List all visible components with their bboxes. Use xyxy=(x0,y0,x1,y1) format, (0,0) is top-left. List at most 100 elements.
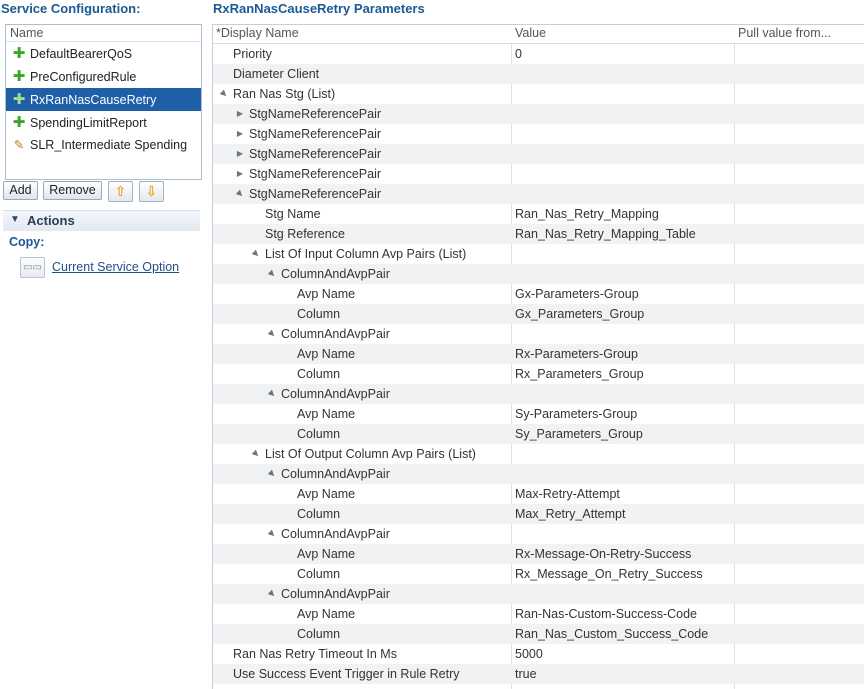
expanded-arrow-icon[interactable]: ▶ xyxy=(245,243,266,264)
parameter-value[interactable]: Max_Retry_Attempt xyxy=(515,504,625,524)
collapsed-arrow-icon[interactable]: ▶ xyxy=(235,124,245,144)
expanded-arrow-icon[interactable]: ▶ xyxy=(261,263,282,284)
parameter-name: Stg Reference xyxy=(265,227,345,241)
current-service-option-link[interactable]: Current Service Option xyxy=(52,260,179,274)
table-row[interactable]: Column Max_Retry_Attempt xyxy=(213,504,864,524)
parameter-name: StgNameReferencePair xyxy=(249,167,382,181)
table-row[interactable]: ▶ StgNameReferencePair xyxy=(213,124,864,144)
service-list-item[interactable]: ✎ SLR_Intermediate Spending xyxy=(6,134,201,157)
parameter-value[interactable]: 0 xyxy=(515,44,522,64)
expanded-arrow-icon[interactable]: ▶ xyxy=(213,83,234,104)
parameter-name: Avp Name xyxy=(297,347,356,361)
service-configuration-panel: Service Configuration: Name ✚ DefaultBear… xyxy=(0,0,204,688)
table-row[interactable]: Use Success Event Trigger in Rule Retry t… xyxy=(213,664,864,684)
service-list-item-label: SLR_Intermediate Spending xyxy=(30,138,188,152)
parameter-value[interactable]: Sy-Parameters-Group xyxy=(515,404,637,424)
table-row[interactable]: Avp Name Rx-Message-On-Retry-Success xyxy=(213,544,864,564)
table-row[interactable]: Diameter Client xyxy=(213,64,864,84)
table-row[interactable]: ▶ List Of Output Column Avp Pairs (List) xyxy=(213,444,864,464)
actions-section-header[interactable]: ▼ Actions xyxy=(3,210,200,231)
table-row[interactable]: Avp Name Ran-Nas-Custom-Success-Code xyxy=(213,604,864,624)
parameter-value[interactable]: Gx-Parameters-Group xyxy=(515,284,639,304)
parameter-name: ColumnAndAvpPair xyxy=(281,267,390,281)
parameter-value[interactable]: Ran-Nas-Custom-Success-Code xyxy=(515,604,697,624)
triangle-down-icon: ▼ xyxy=(10,214,20,225)
parameter-name: List Of Output Column Avp Pairs (List) xyxy=(265,447,476,461)
copy-service-icon[interactable]: ▭▭ xyxy=(20,257,45,278)
table-row[interactable]: Avp Name Gx-Parameters-Group xyxy=(213,284,864,304)
table-row[interactable]: Avp Name Max-Retry-Attempt xyxy=(213,484,864,504)
table-row[interactable]: ▶ ColumnAndAvpPair xyxy=(213,264,864,284)
parameter-value[interactable]: 5000 xyxy=(515,644,543,664)
table-row[interactable]: ▶ ColumnAndAvpPair xyxy=(213,464,864,484)
column-header-display-name[interactable]: *Display Name xyxy=(216,25,506,43)
table-row[interactable]: Column Rx_Message_On_Retry_Success xyxy=(213,564,864,584)
table-row[interactable]: ▶ List Of Input Column Avp Pairs (List) xyxy=(213,244,864,264)
expanded-arrow-icon[interactable]: ▶ xyxy=(245,443,266,464)
table-row[interactable]: Column Gx_Parameters_Group xyxy=(213,304,864,324)
table-row[interactable]: Avp Name Sy-Parameters-Group xyxy=(213,404,864,424)
parameter-name: ColumnAndAvpPair xyxy=(281,467,390,481)
table-row[interactable]: Avp Name Rx-Parameters-Group xyxy=(213,344,864,364)
table-row[interactable]: Ran Nas Retry Timeout In Ms 5000 xyxy=(213,644,864,664)
table-row[interactable]: Priority 0 xyxy=(213,44,864,64)
table-row[interactable]: ▶ ColumnAndAvpPair xyxy=(213,524,864,544)
column-header-value[interactable]: Value xyxy=(515,25,735,43)
parameter-value[interactable]: Rx_Parameters_Group xyxy=(515,364,644,384)
parameter-name: ColumnAndAvpPair xyxy=(281,327,390,341)
parameter-name: Avp Name xyxy=(297,607,356,621)
move-up-button[interactable]: ⇧ xyxy=(108,181,133,202)
parameter-value[interactable]: Rx-Message-On-Retry-Success xyxy=(515,544,691,564)
parameter-value[interactable]: Max-Retry-Attempt xyxy=(515,484,620,504)
table-row[interactable]: Column Rx_Parameters_Group xyxy=(213,364,864,384)
parameter-name: Column xyxy=(297,567,341,581)
service-list-item[interactable]: ✚ DefaultBearerQoS xyxy=(6,42,201,65)
add-button[interactable]: Add xyxy=(3,181,38,200)
expanded-arrow-icon[interactable]: ▶ xyxy=(229,183,250,204)
expanded-arrow-icon[interactable]: ▶ xyxy=(261,463,282,484)
parameter-value[interactable]: Rx_Message_On_Retry_Success xyxy=(515,564,703,584)
table-row[interactable]: ▶ StgNameReferencePair xyxy=(213,184,864,204)
parameter-value[interactable]: Ran_Nas_Retry_Mapping xyxy=(515,204,659,224)
parameter-value[interactable]: Sy_Parameters_Group xyxy=(515,424,643,444)
pencil-icon: ✎ xyxy=(13,138,25,152)
plus-icon: ✚ xyxy=(12,114,26,131)
service-list-item[interactable]: ✚ RxRanNasCauseRetry xyxy=(6,88,201,111)
parameter-value[interactable]: Ran_Nas_Retry_Mapping_Table xyxy=(515,224,696,244)
collapsed-arrow-icon[interactable]: ▶ xyxy=(235,104,245,124)
expanded-arrow-icon[interactable]: ▶ xyxy=(261,383,282,404)
table-row[interactable]: ▶ StgNameReferencePair xyxy=(213,164,864,184)
parameter-name: ColumnAndAvpPair xyxy=(281,587,390,601)
parameter-name: Stg Name xyxy=(265,207,321,221)
expanded-arrow-icon[interactable]: ▶ xyxy=(261,583,282,604)
table-row[interactable]: Column Sy_Parameters_Group xyxy=(213,424,864,444)
parameter-name: Diameter Client xyxy=(233,67,320,81)
expanded-arrow-icon[interactable]: ▶ xyxy=(261,523,282,544)
parameter-value[interactable]: Ran_Nas_Custom_Success_Code xyxy=(515,624,708,644)
service-list-item[interactable]: ✚ SpendingLimitReport xyxy=(6,111,201,134)
remove-button[interactable]: Remove xyxy=(43,181,102,200)
collapsed-arrow-icon[interactable]: ▶ xyxy=(235,164,245,184)
move-down-button[interactable]: ⇩ xyxy=(139,181,164,202)
table-row[interactable]: ▶ ColumnAndAvpPair xyxy=(213,324,864,344)
parameter-name: StgNameReferencePair xyxy=(249,147,382,161)
parameter-value[interactable]: Gx_Parameters_Group xyxy=(515,304,644,324)
table-row[interactable]: Stg Reference Ran_Nas_Retry_Mapping_Table xyxy=(213,224,864,244)
table-row[interactable]: Column Ran_Nas_Custom_Success_Code xyxy=(213,624,864,644)
service-list: Name ✚ DefaultBearerQoS ✚ PreConfiguredRule… xyxy=(5,24,202,180)
parameter-name: ColumnAndAvpPair xyxy=(281,387,390,401)
table-row[interactable]: ▶ Ran Nas Stg (List) xyxy=(213,84,864,104)
table-row[interactable]: Stg Name Ran_Nas_Retry_Mapping xyxy=(213,204,864,224)
expanded-arrow-icon[interactable]: ▶ xyxy=(261,323,282,344)
collapsed-arrow-icon[interactable]: ▶ xyxy=(235,144,245,164)
table-row[interactable]: ▶ ColumnAndAvpPair xyxy=(213,584,864,604)
column-header-pull-value-from[interactable]: Pull value from... xyxy=(738,25,864,43)
parameter-name: Column xyxy=(297,367,341,381)
table-row[interactable]: ▶ StgNameReferencePair xyxy=(213,144,864,164)
service-list-item[interactable]: ✚ PreConfiguredRule xyxy=(6,65,201,88)
service-list-item-label: RxRanNasCauseRetry xyxy=(30,93,157,107)
table-row[interactable]: ▶ StgNameReferencePair xyxy=(213,104,864,124)
table-row[interactable]: ▶ ColumnAndAvpPair xyxy=(213,384,864,404)
parameter-value[interactable]: true xyxy=(515,664,537,684)
parameter-value[interactable]: Rx-Parameters-Group xyxy=(515,344,638,364)
